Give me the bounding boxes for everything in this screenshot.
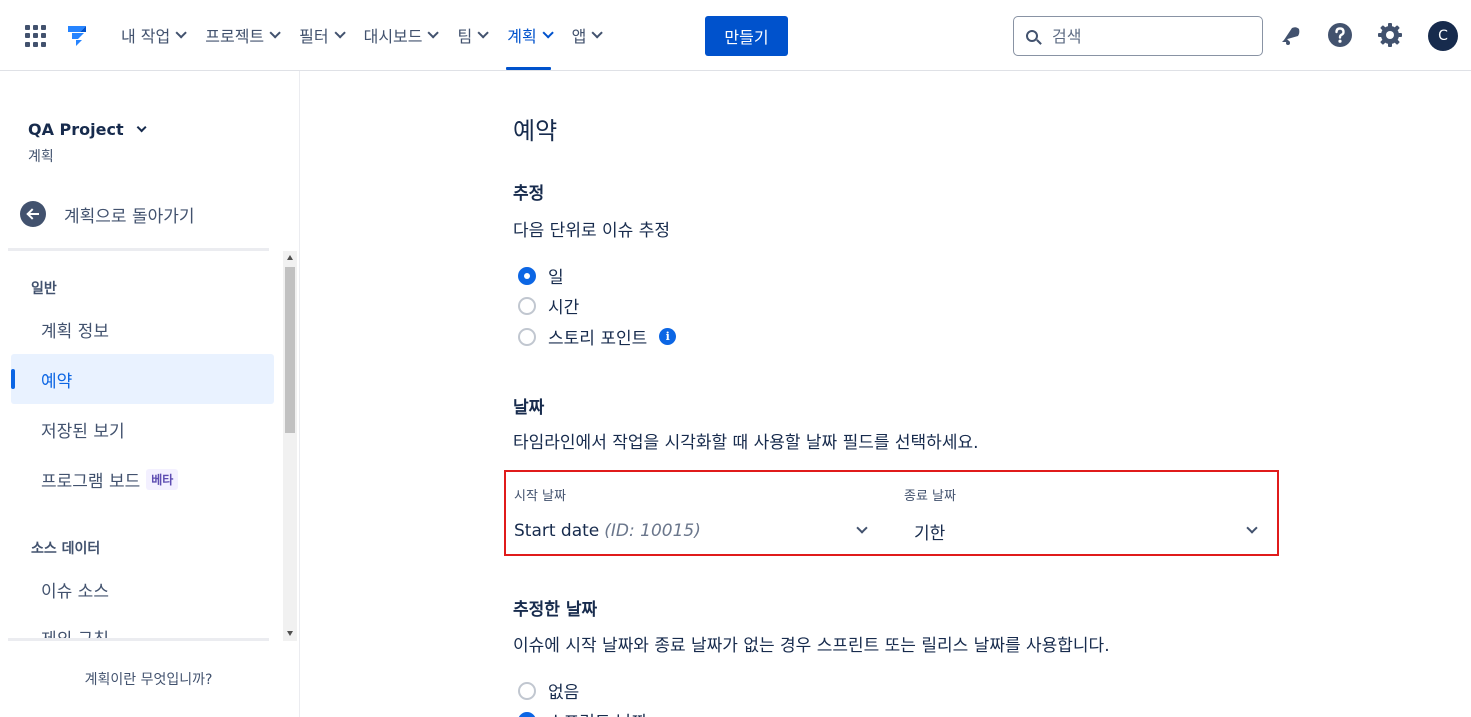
sidebar: QA Project 계획 계획으로 돌아가기 일반 계획 정보 예약 저장된 … xyxy=(0,71,300,717)
radio-sprint-dates[interactable]: 스프린트 날짜 xyxy=(518,708,647,717)
sidebar-scrollbar[interactable] xyxy=(283,251,297,641)
nav-item-my-work[interactable]: 내 작업 xyxy=(110,0,194,70)
estimation-description: 다음 단위로 이슈 추정 xyxy=(513,221,670,241)
select-value-id: (ID: 10015) xyxy=(604,521,701,541)
start-date-select[interactable]: Start date (ID: 10015) xyxy=(514,512,874,550)
top-navigation: 내 작업 프로젝트 필터 대시보드 팀 계획 앱 만들기 검색 C xyxy=(0,0,1471,71)
radio-label: 스토리 포인트 xyxy=(548,329,648,349)
chevron-down-icon xyxy=(334,27,346,39)
radio-story-points[interactable]: 스토리 포인트 i xyxy=(518,324,677,349)
nav-item-label: 계획 xyxy=(507,27,537,46)
sidebar-item-plan-info[interactable]: 계획 정보 xyxy=(11,304,274,354)
radio-label: 없음 xyxy=(548,683,580,703)
nav-item-plans[interactable]: 계획 xyxy=(496,0,560,70)
sidebar-item-label: 제외 규칙 xyxy=(41,625,109,639)
beta-badge: 베타 xyxy=(146,468,179,490)
end-date-label: 종료 날짜 xyxy=(904,489,956,504)
inferred-dates-heading: 추정한 날짜 xyxy=(513,600,598,620)
scroll-down-arrow-icon[interactable] xyxy=(287,631,293,636)
divider xyxy=(8,638,269,641)
nav-item-projects[interactable]: 프로젝트 xyxy=(194,0,288,70)
chevron-down-icon xyxy=(1246,522,1258,534)
notifications-icon[interactable] xyxy=(1278,22,1304,48)
chevron-down-icon xyxy=(856,522,868,534)
section-title-general: 일반 xyxy=(31,281,57,297)
search-icon xyxy=(1026,30,1038,42)
end-date-select[interactable]: 기한 xyxy=(914,512,1264,550)
sidebar-item-issue-sources[interactable]: 이슈 소스 xyxy=(11,564,274,614)
radio-label: 시간 xyxy=(548,298,580,318)
arrow-left-icon xyxy=(20,201,46,227)
nav-item-label: 팀 xyxy=(457,27,473,46)
nav-item-label: 대시보드 xyxy=(363,27,423,46)
sidebar-item-exclusion-rules[interactable]: 제외 규칙 xyxy=(11,612,274,639)
chevron-down-icon xyxy=(542,27,554,39)
sidebar-item-label: 이슈 소스 xyxy=(41,581,109,602)
info-icon[interactable]: i xyxy=(659,328,677,345)
radio-none[interactable]: 없음 xyxy=(518,678,579,703)
select-value: Start date xyxy=(514,521,600,541)
radio-checked-icon xyxy=(518,266,536,285)
jira-logo-icon[interactable] xyxy=(64,22,92,50)
dates-heading: 날짜 xyxy=(513,398,545,418)
user-avatar[interactable]: C xyxy=(1428,21,1458,51)
radio-label: 일 xyxy=(548,268,564,288)
scroll-up-arrow-icon[interactable] xyxy=(287,255,293,260)
sidebar-item-label: 계획 정보 xyxy=(41,321,109,342)
chevron-down-icon xyxy=(269,27,281,39)
chevron-down-icon xyxy=(591,27,604,39)
radio-unchecked-icon xyxy=(518,327,536,346)
date-fields-highlight: 시작 날짜 Start date (ID: 10015) 종료 날짜 기한 xyxy=(504,470,1279,556)
create-button[interactable]: 만들기 xyxy=(705,16,788,56)
estimation-heading: 추정 xyxy=(513,184,545,204)
project-switcher[interactable]: QA Project xyxy=(28,120,147,139)
radio-days[interactable]: 일 xyxy=(518,263,564,288)
radio-label: 스프린트 날짜 xyxy=(548,708,647,717)
search-box[interactable] xyxy=(1013,16,1263,56)
settings-gear-icon[interactable] xyxy=(1377,22,1403,48)
dates-description: 타임라인에서 작업을 시각화할 때 사용할 날짜 필드를 선택하세요. xyxy=(513,433,979,453)
sidebar-scroll-area: 일반 계획 정보 예약 저장된 보기 프로그램 보드 베타 소스 데이터 이슈 … xyxy=(0,251,283,638)
radio-unchecked-icon xyxy=(518,296,536,315)
scrollbar-thumb[interactable] xyxy=(285,267,295,433)
chevron-down-icon xyxy=(136,122,147,133)
page-title: 예약 xyxy=(513,117,558,145)
nav-item-filters[interactable]: 필터 xyxy=(288,0,352,70)
sidebar-item-saved-views[interactable]: 저장된 보기 xyxy=(11,404,274,454)
main-content: 예약 추정 다음 단위로 이슈 추정 일 시간 스토리 포인트 i 날짜 타임라… xyxy=(301,71,1471,717)
project-type: 계획 xyxy=(28,149,54,165)
project-name: QA Project xyxy=(28,120,124,139)
select-value: 기한 xyxy=(914,523,946,544)
sidebar-item-label: 프로그램 보드 xyxy=(41,471,141,492)
inferred-dates-description: 이슈에 시작 날짜와 종료 날짜가 없는 경우 스프린트 또는 릴리스 날짜를 … xyxy=(513,636,1110,656)
section-title-source-data: 소스 데이터 xyxy=(31,541,101,557)
back-to-plans-link[interactable]: 계획으로 돌아가기 xyxy=(20,201,195,227)
chevron-down-icon xyxy=(175,27,188,39)
radio-unchecked-icon xyxy=(518,681,536,700)
nav-menu: 내 작업 프로젝트 필터 대시보드 팀 계획 앱 xyxy=(110,0,610,70)
app-switcher-icon[interactable] xyxy=(25,25,47,47)
sidebar-item-label: 예약 xyxy=(41,371,73,392)
chevron-down-icon xyxy=(477,27,489,39)
start-date-label: 시작 날짜 xyxy=(514,489,566,504)
nav-item-teams[interactable]: 팀 xyxy=(446,0,496,70)
what-is-plan-link[interactable]: 계획이란 무엇입니까? xyxy=(0,669,297,689)
sidebar-item-scheduling[interactable]: 예약 xyxy=(11,354,274,404)
nav-item-label: 필터 xyxy=(299,27,329,46)
radio-checked-icon xyxy=(518,711,536,717)
nav-item-label: 프로젝트 xyxy=(205,27,265,46)
sidebar-item-program-board[interactable]: 프로그램 보드 베타 xyxy=(11,454,274,504)
nav-item-label: 앱 xyxy=(571,27,587,46)
nav-item-label: 내 작업 xyxy=(121,27,171,46)
search-input[interactable] xyxy=(1052,26,1252,46)
sidebar-item-label: 저장된 보기 xyxy=(41,421,125,442)
radio-hours[interactable]: 시간 xyxy=(518,293,579,318)
back-label: 계획으로 돌아가기 xyxy=(64,206,195,227)
chevron-down-icon xyxy=(427,27,440,39)
nav-item-apps[interactable]: 앱 xyxy=(561,0,611,70)
help-icon[interactable] xyxy=(1327,22,1353,48)
nav-item-dashboards[interactable]: 대시보드 xyxy=(353,0,447,70)
